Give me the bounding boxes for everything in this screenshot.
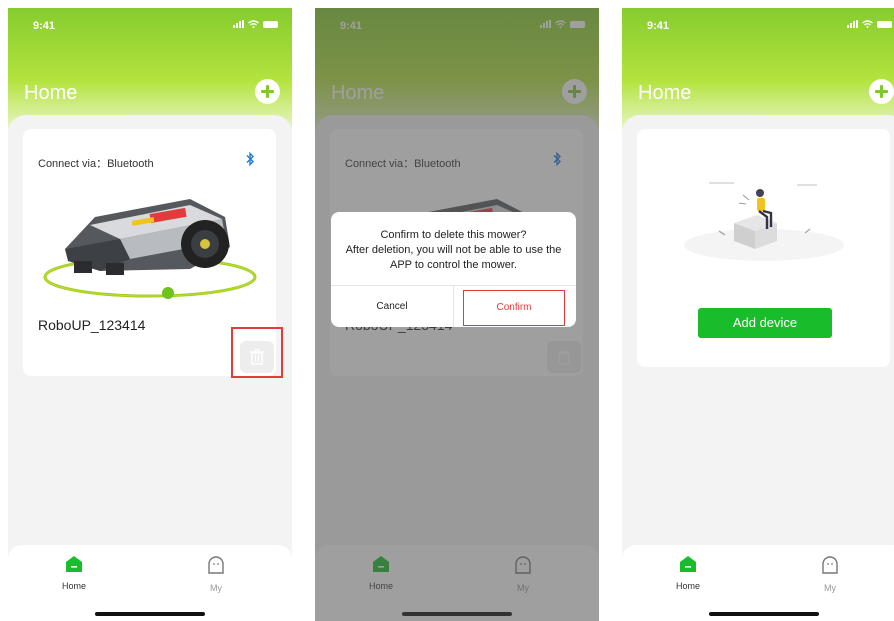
dialog-button-divider: [453, 286, 454, 327]
home-indicator: [709, 612, 819, 616]
home-indicator: [95, 612, 205, 616]
device-name: RoboUP_123414: [38, 317, 146, 333]
confirm-button[interactable]: Confirm: [463, 290, 565, 326]
status-icons: [847, 20, 892, 28]
tab-my-label: My: [210, 583, 222, 593]
tab-bar: Home My: [8, 545, 292, 621]
dialog-line-3: APP to control the mower.: [390, 259, 517, 271]
profile-face-icon: [208, 556, 224, 574]
connection-label: Connect via：Bluetooth: [38, 158, 154, 170]
screen-empty-state: 9:41 Home Add device Home My: [622, 8, 894, 621]
dialog-message: Confirm to delete this mower? After dele…: [339, 228, 568, 273]
status-icons: [233, 20, 278, 28]
wifi-icon: [248, 20, 259, 28]
screen-device-list: 9:41 Home Connect via：Bluetooth RoboUP_1…: [8, 8, 292, 621]
tab-my[interactable]: My: [790, 555, 870, 593]
add-device-plus-icon[interactable]: [869, 79, 894, 104]
dialog-line-2: After deletion, you will not be able to …: [345, 244, 562, 256]
profile-face-icon: [822, 556, 838, 574]
signal-icon: [233, 20, 244, 28]
tab-bar: Home My: [622, 545, 894, 621]
add-device-plus-icon[interactable]: [255, 79, 280, 104]
tab-home-label: Home: [61, 581, 86, 591]
status-bar: 9:41: [622, 8, 894, 38]
wifi-icon: [862, 20, 873, 28]
empty-state-illustration: [684, 182, 844, 261]
signal-icon: [847, 20, 858, 28]
add-device-button[interactable]: Add device: [698, 308, 832, 338]
status-time: 9:41: [647, 20, 670, 32]
page-title: Home: [24, 82, 78, 104]
status-bar: 9:41: [8, 8, 292, 38]
tab-home[interactable]: Home: [34, 555, 114, 591]
delete-highlight-box: [231, 327, 283, 378]
home-icon: [680, 556, 696, 572]
bluetooth-icon: [246, 151, 254, 167]
tab-my[interactable]: My: [176, 555, 256, 593]
cancel-button[interactable]: Cancel: [331, 286, 453, 327]
dialog-line-1: Confirm to delete this mower?: [380, 229, 527, 241]
screen-delete-confirm: 9:41 Home Connect via：Bluetooth RoboUP_1…: [315, 8, 599, 621]
delete-confirm-dialog: Confirm to delete this mower? After dele…: [331, 212, 576, 327]
battery-icon: [263, 20, 278, 28]
home-icon: [66, 556, 82, 572]
mower-image: [43, 199, 257, 299]
empty-state-card: Add device: [637, 129, 890, 367]
page-title: Home: [638, 82, 692, 104]
battery-icon: [877, 20, 892, 28]
tab-my-label: My: [824, 583, 836, 593]
tab-home-label: Home: [675, 581, 700, 591]
tab-home[interactable]: Home: [648, 555, 728, 591]
status-time: 9:41: [33, 20, 56, 32]
